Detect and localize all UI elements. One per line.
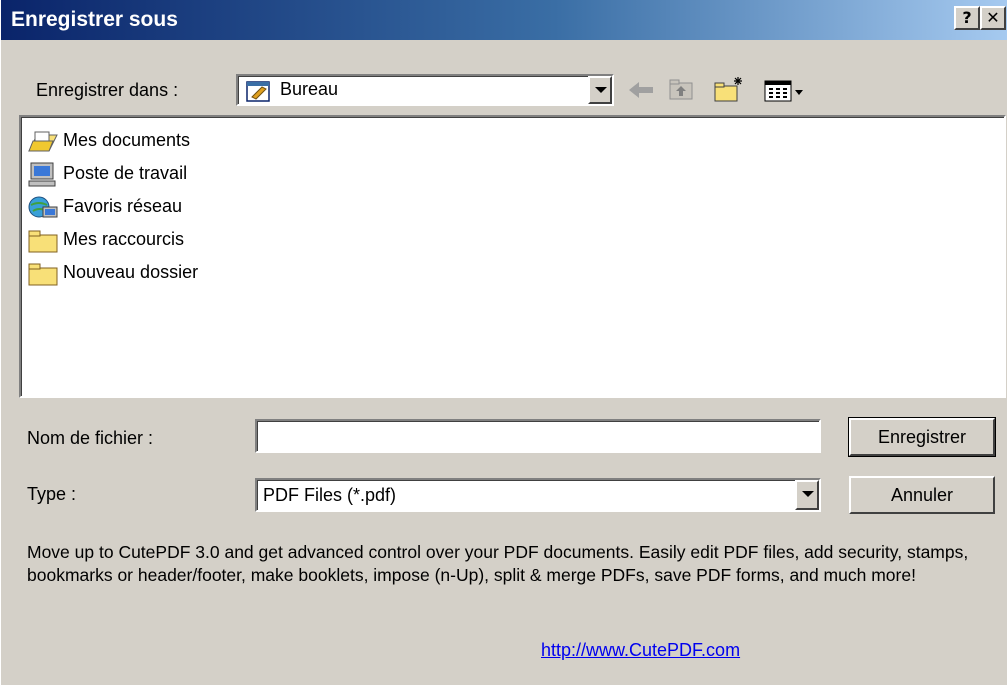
item-label: Nouveau dossier <box>63 262 199 282</box>
save-as-dialog: Enregistrer sous ? ✕ Enregistrer dans : … <box>0 0 1007 685</box>
item-label: Favoris réseau <box>63 196 183 216</box>
close-button[interactable]: ✕ <box>980 6 1006 30</box>
folder-icon <box>28 263 58 286</box>
view-menu-icon[interactable] <box>761 74 811 106</box>
up-folder-icon[interactable] <box>664 74 698 106</box>
back-arrow-icon[interactable] <box>625 74 659 106</box>
desktop-icon <box>246 81 270 102</box>
network-places-icon <box>28 196 58 218</box>
my-documents-icon <box>28 131 58 152</box>
folder-icon <box>28 230 58 253</box>
item-label: Mes raccourcis <box>63 229 185 249</box>
item-label: Poste de travail <box>63 163 188 183</box>
save-button[interactable]: Enregistrer <box>848 417 996 457</box>
filename-label: Nom de fichier : <box>27 428 154 448</box>
my-computer-icon <box>28 162 56 187</box>
cutepdf-link[interactable]: http://www.CutePDF.com <box>541 640 740 661</box>
file-type-dropdown[interactable]: PDF Files (*.pdf) <box>255 478 821 512</box>
file-list[interactable]: Mes documents Poste de travail Favoris r… <box>19 115 1006 398</box>
cancel-button[interactable]: Annuler <box>849 476 995 514</box>
type-label: Type : <box>27 484 77 504</box>
file-type-dropdown-button[interactable] <box>795 480 819 510</box>
save-in-value: Bureau <box>280 79 339 99</box>
item-label: Mes documents <box>63 130 191 150</box>
title-bar[interactable]: Enregistrer sous ? ✕ <box>1 0 1007 40</box>
file-type-value: PDF Files (*.pdf) <box>263 485 397 505</box>
window-title: Enregistrer sous <box>11 8 178 31</box>
filename-input[interactable] <box>255 419 821 453</box>
save-in-label: Enregistrer dans : <box>36 80 179 100</box>
save-in-dropdown-button[interactable] <box>588 76 612 104</box>
promo-text: Move up to CutePDF 3.0 and get advanced … <box>27 542 969 585</box>
new-folder-icon[interactable] <box>711 74 745 106</box>
help-button[interactable]: ? <box>954 6 980 30</box>
save-in-dropdown[interactable]: Bureau <box>236 74 614 106</box>
